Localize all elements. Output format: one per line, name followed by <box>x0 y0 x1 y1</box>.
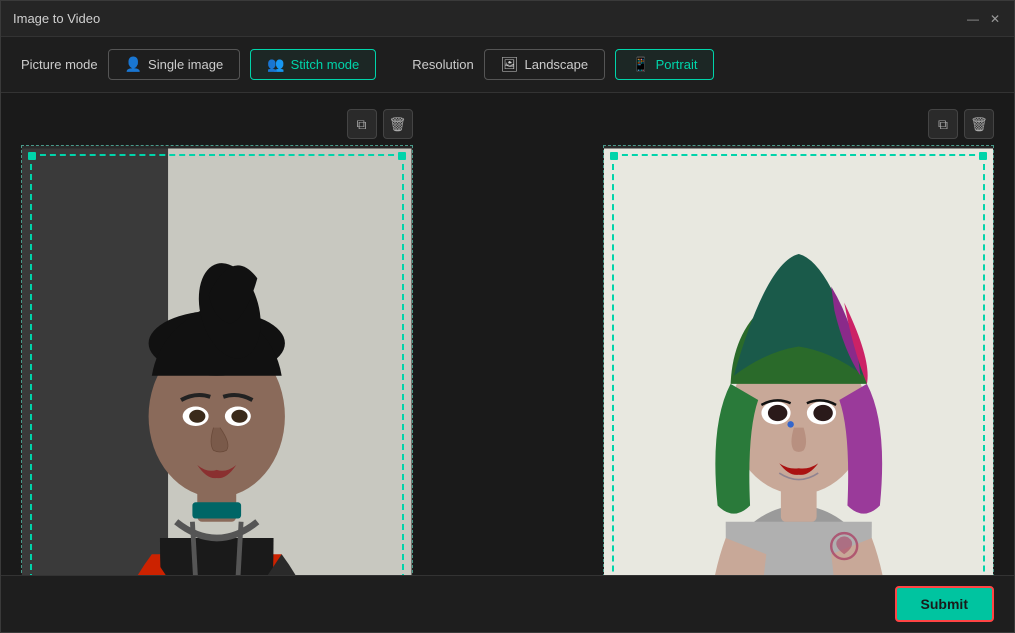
landscape-label: Landscape <box>525 57 589 72</box>
panel-2-image-area[interactable] <box>603 145 995 575</box>
character-2-svg <box>604 146 994 575</box>
minimize-button[interactable]: — <box>966 12 980 26</box>
stitch-mode-icon: 👥 <box>267 56 284 73</box>
character-1-svg <box>22 146 412 575</box>
footer: Submit <box>1 575 1014 632</box>
delete-icon-2: 🗑 <box>970 116 988 133</box>
panel-2-delete-button[interactable]: 🗑 <box>964 109 994 139</box>
content-area: ⧉ 🗑 <box>1 93 1014 575</box>
panel-1-actions: ⧉ 🗑 <box>347 109 413 139</box>
delete-icon: 🗑 <box>389 116 407 133</box>
panel-1-delete-button[interactable]: 🗑 <box>383 109 413 139</box>
panel-1-copy-button[interactable]: ⧉ <box>347 109 377 139</box>
panel-2-copy-button[interactable]: ⧉ <box>928 109 958 139</box>
copy-icon-2: ⧉ <box>938 116 948 133</box>
single-image-button[interactable]: 👤 Single image <box>108 49 241 80</box>
resolution-section: Resolution 🖼 Landscape 📱 Portrait <box>412 49 714 80</box>
close-button[interactable]: ✕ <box>988 12 1002 26</box>
single-image-label: Single image <box>148 57 223 72</box>
single-image-icon: 👤 <box>125 56 142 73</box>
picture-mode-label: Picture mode <box>21 57 98 72</box>
resolution-label: Resolution <box>412 57 473 72</box>
stitch-mode-label: Stitch mode <box>291 57 360 72</box>
landscape-button[interactable]: 🖼 Landscape <box>484 49 605 80</box>
panel-2-actions: ⧉ 🗑 <box>928 109 994 139</box>
portrait-button[interactable]: 📱 Portrait <box>615 49 714 80</box>
panels-wrapper: ⧉ 🗑 <box>21 109 994 559</box>
picture-mode-section: Picture mode 👤 Single image 👥 Stitch mod… <box>21 49 376 80</box>
image-panel-2: ⧉ 🗑 <box>603 109 995 559</box>
title-bar: Image to Video — ✕ <box>1 1 1014 37</box>
submit-button[interactable]: Submit <box>895 586 994 622</box>
stitch-mode-button[interactable]: 👥 Stitch mode <box>250 49 376 80</box>
portrait-label: Portrait <box>656 57 698 72</box>
panel-1-image-container <box>21 145 413 575</box>
image-panel-1: ⧉ 🗑 <box>21 109 413 559</box>
landscape-icon: 🖼 <box>501 56 519 73</box>
copy-icon: ⧉ <box>357 116 367 133</box>
window-title: Image to Video <box>13 11 100 26</box>
panel-spacer <box>443 109 573 559</box>
panel-2-image-container <box>603 145 995 575</box>
toolbar: Picture mode 👤 Single image 👥 Stitch mod… <box>1 37 1014 93</box>
window-controls: — ✕ <box>966 12 1002 26</box>
portrait-icon: 📱 <box>632 56 649 73</box>
main-window: Image to Video — ✕ Picture mode 👤 Single… <box>0 0 1015 633</box>
panel-1-image-area[interactable] <box>21 145 413 575</box>
